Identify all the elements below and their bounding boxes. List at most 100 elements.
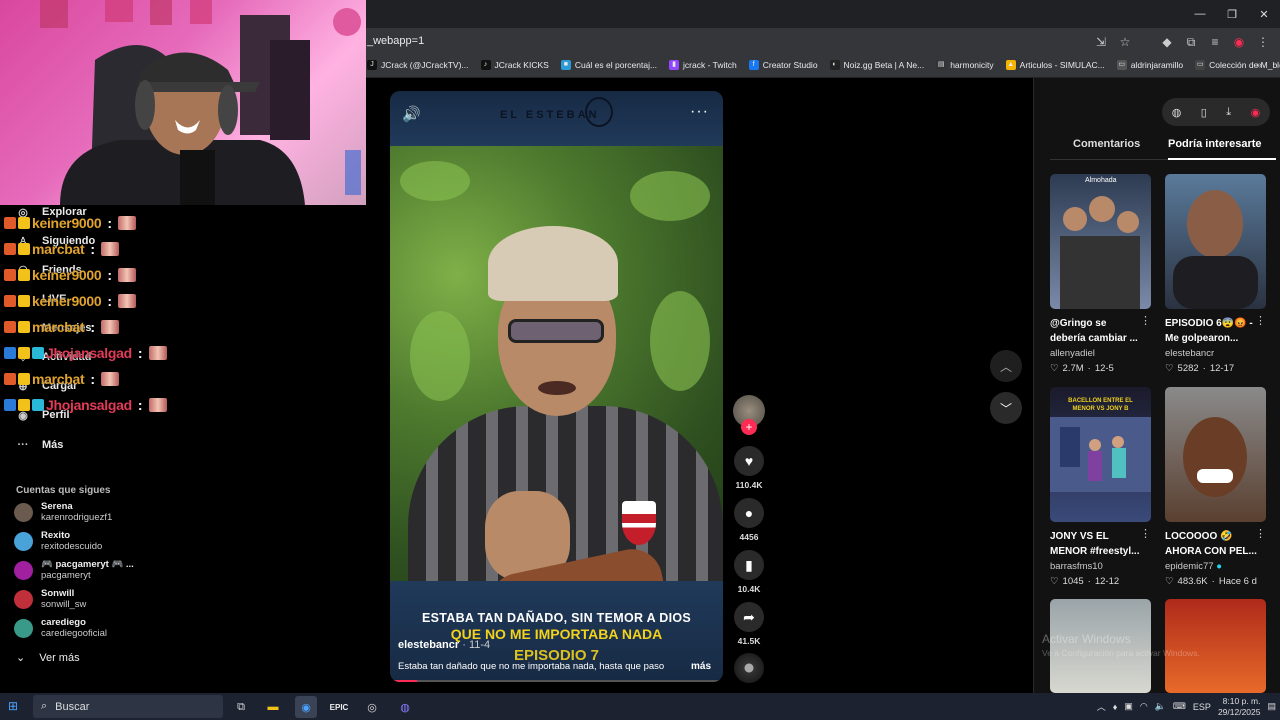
card-author[interactable]: elestebancr <box>1165 348 1266 359</box>
video-thumbnail[interactable]: Almohada <box>1050 174 1151 309</box>
notifications-icon[interactable]: ▤ <box>1267 701 1276 712</box>
recommended-video-card[interactable] <box>1165 599 1266 693</box>
bookmark-item[interactable]: ▤ harmonicity <box>936 60 994 70</box>
taskbar-search[interactable]: ⌕ Buscar <box>33 695 223 718</box>
description-more-button[interactable]: más <box>691 661 711 672</box>
bookmark-star-icon[interactable]: ☆ <box>1116 33 1134 51</box>
followed-account[interactable]: 🎮 pacgameryt 🎮 ... pacgameryt <box>14 559 134 581</box>
card-title[interactable]: LOCOOOO 🤣 AHORA CON PEL... <box>1165 529 1257 559</box>
bookmark-item[interactable]: ▮ jcrack - Twitch <box>669 60 737 70</box>
sidebar-item-mas[interactable]: ··· Más <box>16 438 64 452</box>
like-button[interactable]: ♥ 110.4K <box>733 446 765 490</box>
restore-button[interactable]: ❐ <box>1216 0 1248 28</box>
creator-avatar-button[interactable]: + <box>733 395 765 435</box>
bookmark-item[interactable]: ▭Colección de M_blei... <box>1195 60 1280 70</box>
previous-video-button[interactable]: ︿ <box>990 350 1022 382</box>
file-explorer-icon[interactable]: ▬ <box>262 696 284 718</box>
url-text[interactable]: _webapp=1 <box>367 35 424 47</box>
card-more-icon[interactable]: ⋮ <box>1140 527 1151 540</box>
recommended-video-card[interactable] <box>1050 599 1151 693</box>
chat-username: Jhojansalgad <box>46 345 132 361</box>
stats-separator: · <box>1087 576 1091 587</box>
recommended-video-card[interactable]: ⋮ LOCOOOO 🤣 AHORA CON PEL... epidemic77 … <box>1165 387 1266 587</box>
bookmark-item[interactable]: ♪ JCrack KICKS <box>480 60 549 70</box>
network-icon[interactable]: ▣ <box>1124 701 1133 712</box>
followed-account[interactable]: Rexito rexitodescuido <box>14 530 102 552</box>
app-logo-icon[interactable]: ◉ <box>1251 106 1261 119</box>
card-author[interactable]: barrasfms10 <box>1050 561 1151 572</box>
card-author[interactable]: allenyadiel <box>1050 348 1151 359</box>
media-control-icon[interactable]: ≡ <box>1206 33 1224 51</box>
share-button[interactable]: ➦ 41.5K <box>733 602 765 646</box>
recommended-video-card[interactable]: BACELLON ENTRE EL MENOR VS JONY B ⋮ JONY… <box>1050 387 1151 587</box>
video-thumbnail[interactable] <box>1050 599 1151 693</box>
more-options-icon[interactable]: ··· <box>690 103 709 121</box>
recommended-video-card[interactable]: Almohada ⋮ @Gringo se debería cambiar ..… <box>1050 174 1151 374</box>
profile-avatar-icon[interactable]: ◉ <box>1230 33 1248 51</box>
chat-emote-icon <box>101 242 120 256</box>
followed-account[interactable]: Serena karenrodriguezf1 <box>14 501 112 523</box>
volume-icon[interactable]: 🔊 <box>402 105 421 123</box>
next-video-button[interactable]: ﹀ <box>990 392 1022 424</box>
card-more-icon[interactable]: ⋮ <box>1255 527 1266 540</box>
chrome-icon[interactable]: ◉ <box>295 696 317 718</box>
language-indicator[interactable]: ESP <box>1193 702 1211 712</box>
video-frame <box>390 141 723 654</box>
tab-podria-interesarte[interactable]: Podría interesarte <box>1168 138 1262 150</box>
card-author[interactable]: epidemic77 ● <box>1165 561 1266 572</box>
tab-comentarios[interactable]: Comentarios <box>1073 138 1140 150</box>
obs-icon[interactable]: ◎ <box>361 696 383 718</box>
video-thumbnail[interactable]: BACELLON ENTRE EL MENOR VS JONY B <box>1050 387 1151 522</box>
compass-icon[interactable]: ◍ <box>1172 106 1182 119</box>
video-thumbnail[interactable] <box>1165 599 1266 693</box>
discord-icon[interactable]: ◍ <box>394 696 416 718</box>
bookmark-item[interactable]: ◐ Noiz.gg Beta | A Ne... <box>829 60 924 70</box>
author-name[interactable]: elestebancr <box>398 639 459 651</box>
card-title[interactable]: EPISODIO 6😨😡 - Me golpearon... <box>1165 316 1257 346</box>
browser-menu-icon[interactable]: ⋮ <box>1254 33 1272 51</box>
music-disc-button[interactable] <box>733 653 765 683</box>
video-player[interactable]: 🔊 EL ESTEBAN ··· ESTABA TAN DAÑADO, SIN … <box>390 91 723 682</box>
follow-plus-icon[interactable]: + <box>741 419 757 435</box>
windows-start-icon[interactable]: ⊞ <box>8 699 18 713</box>
wifi-icon[interactable]: ◠ <box>1140 701 1148 712</box>
see-more-button[interactable]: ⌄ Ver más <box>16 651 80 665</box>
chat-badge-icon <box>32 347 44 359</box>
card-author-name[interactable]: epidemic77 <box>1165 561 1214 572</box>
bookmark-item[interactable]: J JCrack (@JCrackTV)... <box>367 60 469 70</box>
bookmark-item[interactable]: ▭ aldrinjaramillo <box>1116 60 1183 70</box>
followed-account[interactable]: Sonwill sonwill_sw <box>14 588 86 610</box>
card-title[interactable]: @Gringo se debería cambiar ... <box>1050 316 1142 346</box>
comment-button[interactable]: ● 4456 <box>733 498 765 542</box>
bookmark-item[interactable]: ■ Cuál es el porcentaj... <box>560 60 657 70</box>
extensions-puzzle-icon[interactable]: ⧉ <box>1182 33 1200 51</box>
clock[interactable]: 8:10 p. m. 29/12/2025 <box>1218 696 1261 718</box>
bookmarks-overflow-button[interactable]: » <box>1256 60 1262 71</box>
recommended-video-card[interactable]: ⋮ EPISODIO 6😨😡 - Me golpearon... elesteb… <box>1165 174 1266 374</box>
card-title[interactable]: JONY VS EL MENOR #freestyl... <box>1050 529 1142 559</box>
volume-tray-icon[interactable]: 🔈 <box>1155 701 1166 712</box>
video-author[interactable]: elestebancr · 11-4 <box>398 639 490 651</box>
minimize-button[interactable]: — <box>1184 0 1216 28</box>
bookmark-favicon-icon: ▭ <box>1116 60 1127 70</box>
task-view-icon[interactable]: ⧉ <box>230 696 252 718</box>
followed-account[interactable]: carediego carediegooficial <box>14 617 107 639</box>
extension-icon[interactable]: ◆ <box>1158 33 1176 51</box>
bookmark-item[interactable]: f Creator Studio <box>748 60 818 70</box>
keyboard-icon[interactable]: ⌨ <box>1173 701 1186 712</box>
phone-icon[interactable]: ▯ <box>1201 106 1207 119</box>
bookmark-item[interactable]: ▲ Articulos - SIMULAC... <box>1005 60 1105 70</box>
video-thumbnail[interactable] <box>1165 174 1266 309</box>
save-button[interactable]: ▮ 10.4K <box>733 550 765 594</box>
account-handle: sonwill_sw <box>41 599 87 610</box>
video-thumbnail[interactable] <box>1165 387 1266 522</box>
card-more-icon[interactable]: ⋮ <box>1255 314 1266 327</box>
card-more-icon[interactable]: ⋮ <box>1140 314 1151 327</box>
microphone-icon[interactable]: ♦ <box>1113 702 1118 712</box>
epic-games-icon[interactable]: EPIC <box>328 696 350 718</box>
close-button[interactable]: ✕ <box>1248 0 1280 28</box>
video-progress-bar[interactable] <box>394 680 719 682</box>
download-icon[interactable]: ⤓ <box>1226 106 1231 119</box>
tray-chevron-icon[interactable]: ︿ <box>1097 700 1106 713</box>
install-app-icon[interactable]: ⇲ <box>1092 33 1110 51</box>
